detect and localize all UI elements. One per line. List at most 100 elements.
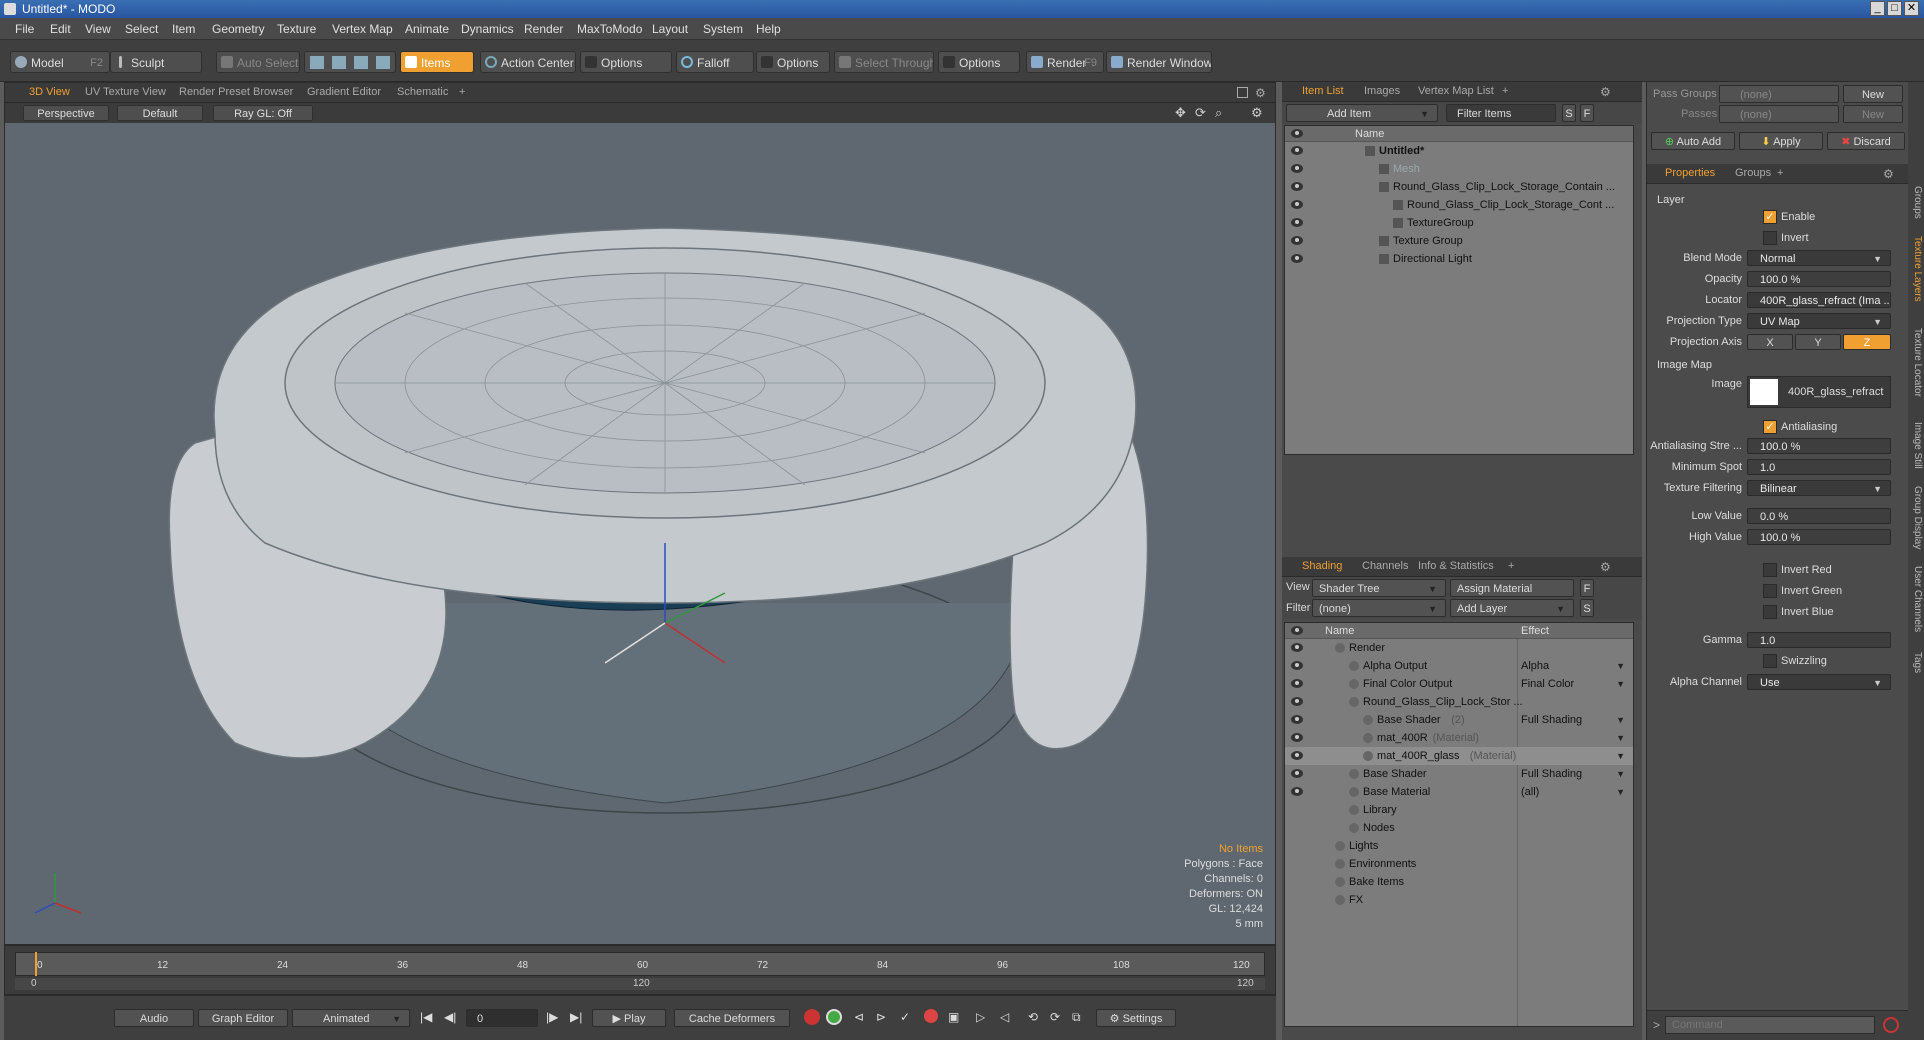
- s-button[interactable]: S: [1562, 104, 1576, 122]
- eye-icon[interactable]: [1291, 733, 1303, 742]
- gear-icon[interactable]: ⚙: [1255, 86, 1266, 100]
- menu-vertex-map[interactable]: Vertex Map: [332, 22, 393, 36]
- f-button[interactable]: F: [1580, 104, 1594, 122]
- new-pass-button[interactable]: New: [1843, 105, 1903, 123]
- item-row[interactable]: Mesh: [1285, 160, 1633, 178]
- rotate-icon[interactable]: ⟳: [1195, 105, 1206, 121]
- shader-row[interactable]: Environments: [1285, 855, 1633, 873]
- step-back-icon[interactable]: ◁: [1000, 1010, 1009, 1024]
- chevron-down-icon[interactable]: ▼: [1616, 765, 1625, 783]
- chevron-down-icon[interactable]: ▼: [1616, 783, 1625, 801]
- falloff-button[interactable]: Falloff: [676, 51, 754, 73]
- chevron-down-icon[interactable]: ▼: [1616, 729, 1625, 747]
- eye-icon[interactable]: [1291, 787, 1303, 796]
- filter-items-input[interactable]: Filter Items: [1446, 104, 1556, 122]
- menu-edit[interactable]: Edit: [50, 22, 71, 36]
- shader-row[interactable]: Base Material (all) ▼: [1285, 783, 1633, 801]
- tab-images[interactable]: Images: [1364, 85, 1400, 97]
- tab-render-preset-browser[interactable]: Render Preset Browser: [179, 86, 293, 98]
- animated-dropdown[interactable]: Animated ▼: [292, 1009, 410, 1027]
- polygons-mode-icon[interactable]: [354, 56, 368, 69]
- menu-item[interactable]: Item: [172, 22, 195, 36]
- shader-row[interactable]: Bake Items: [1285, 873, 1633, 891]
- gear-icon[interactable]: ⚙: [1883, 167, 1894, 181]
- shader-row[interactable]: Final Color Output Final Color ▼: [1285, 675, 1633, 693]
- playhead[interactable]: [35, 952, 37, 976]
- shader-row[interactable]: Alpha Output Alpha ▼: [1285, 657, 1633, 675]
- tab-info-statistics[interactable]: Info & Statistics: [1418, 560, 1494, 572]
- shader-effect[interactable]: Full Shading: [1521, 711, 1582, 729]
- add-layer-dropdown[interactable]: Add Layer ▼: [1450, 599, 1574, 617]
- tab-groups[interactable]: Groups: [1735, 167, 1771, 179]
- shader-row[interactable]: Library: [1285, 801, 1633, 819]
- chevron-down-icon[interactable]: ▼: [1616, 747, 1625, 765]
- frame-input[interactable]: 0: [466, 1009, 538, 1027]
- shader-row[interactable]: mat_400R (Material) ▼: [1285, 729, 1633, 747]
- shader-row[interactable]: FX: [1285, 891, 1633, 909]
- menu-system[interactable]: System: [703, 22, 743, 36]
- pass-groups-dropdown[interactable]: (none): [1719, 85, 1839, 103]
- vtab-tags[interactable]: Tags: [1909, 652, 1923, 673]
- zoom-icon[interactable]: ⌕: [1215, 105, 1222, 121]
- item-row[interactable]: TextureGroup: [1285, 214, 1633, 232]
- menu-help[interactable]: Help: [756, 22, 781, 36]
- key-next-icon[interactable]: ⊳: [876, 1010, 886, 1024]
- audio-button[interactable]: Audio: [114, 1009, 194, 1027]
- vertices-mode-icon[interactable]: [310, 56, 324, 69]
- timeline[interactable]: 0 12 24 36 48 60 72 84 96 108 120 0 120 …: [4, 945, 1276, 995]
- item-row[interactable]: Directional Light: [1285, 250, 1633, 268]
- eye-icon[interactable]: [1291, 679, 1303, 688]
- tab-properties[interactable]: Properties: [1665, 167, 1715, 179]
- menu-select[interactable]: Select: [125, 22, 158, 36]
- vtab-user-channels[interactable]: User Channels: [1909, 566, 1923, 632]
- items-mode-button[interactable]: Items: [400, 51, 474, 73]
- chevron-down-icon[interactable]: ▼: [1616, 657, 1625, 675]
- gear-icon[interactable]: ⚙: [1600, 85, 1611, 99]
- vtab-texture-layers[interactable]: Texture Layers: [1909, 236, 1923, 302]
- vtab-groups[interactable]: Groups: [1909, 186, 1923, 219]
- passes-dropdown[interactable]: (none): [1719, 105, 1839, 123]
- add-tab-button[interactable]: +: [1502, 85, 1508, 97]
- eye-icon[interactable]: [1291, 751, 1303, 760]
- cut-key-icon[interactable]: ⟲: [1028, 1010, 1038, 1024]
- shader-tree[interactable]: Name Effect Render Alpha Output Alpha ▼ Fina…: [1284, 622, 1634, 1027]
- menu-maxtomodo[interactable]: MaxToModo: [577, 22, 642, 36]
- tab-vertex-map-list[interactable]: Vertex Map List: [1418, 85, 1494, 97]
- shader-effect[interactable]: Final Color: [1521, 675, 1574, 693]
- vtab-image-still[interactable]: Image Still: [1909, 422, 1923, 469]
- invert-blue-checkbox[interactable]: [1763, 605, 1777, 619]
- antialiasing-checkbox[interactable]: ✓: [1763, 420, 1777, 434]
- graph-editor-button[interactable]: Graph Editor: [198, 1009, 288, 1027]
- falloff-options-button[interactable]: Options: [756, 51, 830, 73]
- select-through-options-button[interactable]: Options: [938, 51, 1020, 73]
- action-center-button[interactable]: Action Center: [480, 51, 576, 73]
- discard-button[interactable]: ✖ Discard: [1827, 132, 1905, 150]
- invert-red-checkbox[interactable]: [1763, 563, 1777, 577]
- shader-row[interactable]: Nodes: [1285, 819, 1633, 837]
- tab-schematic[interactable]: Schematic: [397, 86, 448, 98]
- close-icon[interactable]: ✕: [1904, 1, 1919, 16]
- eye-icon[interactable]: [1291, 218, 1303, 227]
- action-center-options-button[interactable]: Options: [580, 51, 672, 73]
- chevron-down-icon[interactable]: ▼: [1616, 675, 1625, 693]
- shader-effect[interactable]: Alpha: [1521, 657, 1549, 675]
- eye-icon[interactable]: [1291, 146, 1303, 155]
- item-list-tree[interactable]: Name Untitled* Mesh Round_Glass_Clip_Lock_…: [1284, 125, 1634, 455]
- shading-f-button[interactable]: F: [1580, 579, 1594, 597]
- model-button[interactable]: Model F2: [10, 51, 110, 73]
- record-icon[interactable]: [1883, 1017, 1899, 1033]
- high-value-field[interactable]: 100.0 %: [1747, 529, 1891, 545]
- blend-mode-dropdown[interactable]: Normal ▼: [1747, 250, 1891, 266]
- tab-uv-texture-view[interactable]: UV Texture View: [85, 86, 166, 98]
- gear-icon[interactable]: ⚙: [1600, 560, 1611, 574]
- swizzling-checkbox[interactable]: [1763, 654, 1777, 668]
- default-button[interactable]: Default: [117, 105, 203, 121]
- menu-layout[interactable]: Layout: [652, 22, 688, 36]
- menu-view[interactable]: View: [85, 22, 111, 36]
- play-button[interactable]: ▶ Play: [592, 1009, 666, 1027]
- auto-add-button[interactable]: ⊕ Auto Add: [1651, 132, 1735, 150]
- materials-mode-icon[interactable]: [376, 56, 390, 69]
- item-row[interactable]: Texture Group: [1285, 232, 1633, 250]
- shading-s-button[interactable]: S: [1580, 599, 1594, 617]
- low-value-field[interactable]: 0.0 %: [1747, 508, 1891, 524]
